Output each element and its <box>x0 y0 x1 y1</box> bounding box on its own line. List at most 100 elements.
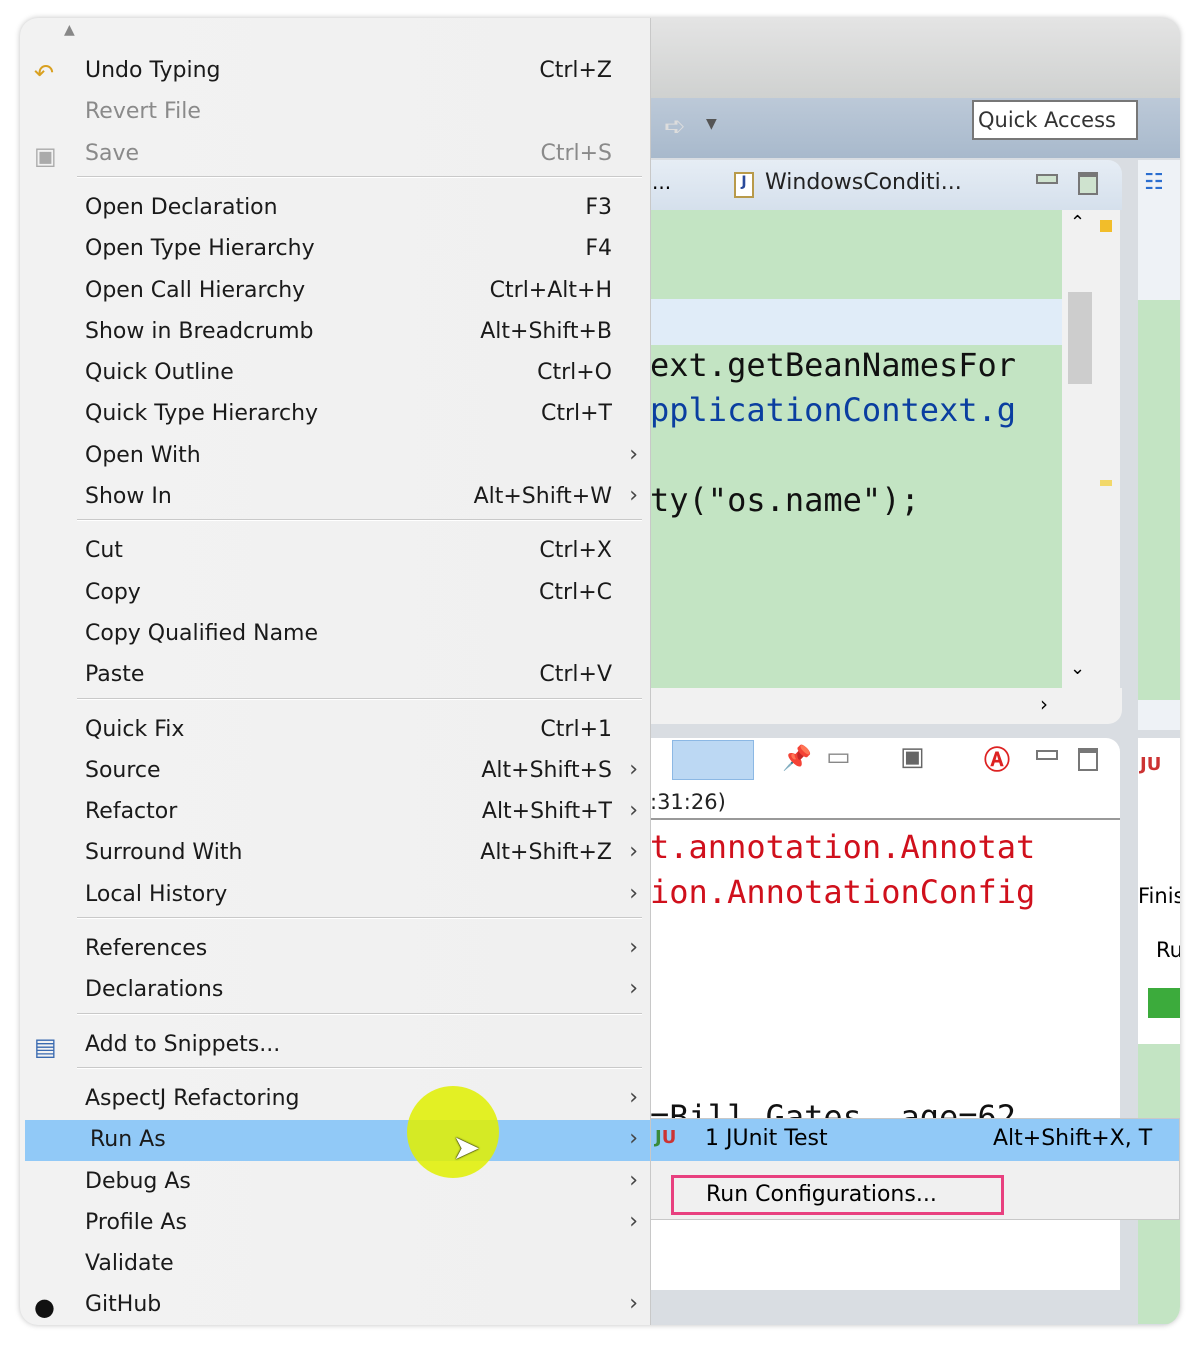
menu-separator <box>77 519 642 522</box>
chevron-right-icon: › <box>629 756 638 782</box>
scroll-down-icon[interactable]: ⌄ <box>1070 658 1085 679</box>
tab-overflow[interactable]: ... <box>652 170 671 194</box>
menu-item-label: Show In <box>85 484 172 509</box>
menu-item-shortcut: Alt+Shift+W <box>473 484 612 509</box>
chevron-right-icon: › <box>629 441 638 467</box>
menu-item-shortcut: Alt+Shift+B <box>480 318 612 344</box>
menu-item-add-to-snippets[interactable]: ▤ Add to Snippets... <box>20 1025 650 1066</box>
github-icon: ● <box>34 1293 55 1322</box>
menu-separator <box>77 175 642 178</box>
menu-item-local-history[interactable]: Local History › <box>20 875 650 916</box>
mouse-pointer-icon: ➤ <box>452 1128 481 1168</box>
editor-horizontal-scrollbar[interactable]: › <box>650 688 1122 724</box>
snippets-icon: ▤ <box>34 1032 57 1061</box>
menu-item-label: GitHub <box>85 1292 162 1318</box>
junit-icon[interactable]: JU <box>1140 754 1161 775</box>
scroll-thumb[interactable] <box>1068 292 1092 384</box>
menu-item-github[interactable]: ● GitHub › <box>20 1285 650 1325</box>
minimize-icon[interactable] <box>1036 750 1058 760</box>
menu-item-refactor[interactable]: Refactor Alt+Shift+T › <box>20 792 650 833</box>
menu-item-copy[interactable]: Copy Ctrl+C <box>20 573 650 614</box>
warning-marker-icon[interactable] <box>1100 480 1112 486</box>
ajdt-icon[interactable]: Ⓐ <box>984 740 1010 777</box>
menu-item-open-declaration[interactable]: Open Declaration F3 <box>20 188 650 229</box>
minimize-icon[interactable] <box>1036 174 1058 184</box>
run-as-submenu: JU 1 JUnit Test Alt+Shift+X, T Run Confi… <box>650 1118 1180 1220</box>
maximize-icon[interactable] <box>1078 748 1098 771</box>
outline-icon[interactable]: ☷ <box>1144 170 1164 195</box>
menu-item-copy-qualified-name[interactable]: Copy Qualified Name <box>20 614 650 655</box>
forward-arrow-icon[interactable]: ➪ <box>664 112 686 142</box>
menu-item-show-in[interactable]: Show In Alt+Shift+W › <box>20 477 650 518</box>
console-display-icon[interactable] <box>672 740 754 780</box>
menu-item-label: Quick Outline <box>85 360 234 386</box>
menu-item-shortcut: Ctrl+1 <box>540 716 612 742</box>
code-editor[interactable] <box>650 210 1062 688</box>
menu-item-label: Paste <box>85 662 145 688</box>
chevron-right-icon: › <box>629 798 638 824</box>
menu-item-label: AspectJ Refactoring <box>85 1085 300 1111</box>
menu-item-label: Surround With <box>85 840 243 866</box>
scroll-right-icon[interactable]: › <box>1040 692 1048 716</box>
outline-content <box>1138 300 1180 700</box>
menu-item-label: Open Declaration <box>85 194 278 220</box>
console-line: ion.AnnotationConfig <box>650 873 1036 911</box>
junit-icon: JU <box>655 1127 677 1148</box>
menu-item-surround-with[interactable]: Surround With Alt+Shift+Z › <box>20 833 650 874</box>
menu-item-debug-as[interactable]: Debug As › <box>20 1162 650 1203</box>
editor-tab-windowscondition[interactable]: WindowsConditi... <box>765 170 962 195</box>
java-file-icon: J <box>734 172 754 198</box>
menu-item-quick-fix[interactable]: Quick Fix Ctrl+1 <box>20 710 650 751</box>
submenu-item-run-configurations[interactable]: Run Configurations... <box>671 1175 1004 1215</box>
chevron-right-icon: › <box>629 1208 638 1234</box>
editor-scrollbar[interactable]: ⌃ ⌄ <box>1062 210 1120 688</box>
menu-separator <box>77 1012 642 1015</box>
junit-finished-label: Finis <box>1138 884 1180 908</box>
menu-item-label: Declarations <box>85 977 224 1003</box>
submenu-item-label: Run Configurations... <box>706 1182 937 1207</box>
menu-item-profile-as[interactable]: Profile As › <box>20 1203 650 1244</box>
menu-item-shortcut: Ctrl+S <box>540 140 612 166</box>
menu-item-references[interactable]: References › <box>20 929 650 970</box>
submenu-item-junit-test[interactable]: JU 1 JUnit Test Alt+Shift+X, T <box>651 1119 1179 1161</box>
scroll-up-icon[interactable]: ⌃ <box>1070 212 1085 233</box>
menu-item-cut[interactable]: Cut Ctrl+X <box>20 531 650 572</box>
menu-item-open-type-hierarchy[interactable]: Open Type Hierarchy F4 <box>20 229 650 270</box>
menu-item-quick-outline[interactable]: Quick Outline Ctrl+O <box>20 353 650 394</box>
menu-item-show-in-breadcrumb[interactable]: Show in Breadcrumb Alt+Shift+B <box>20 312 650 353</box>
quick-access-input[interactable]: Quick Access <box>972 100 1138 140</box>
menu-item-aspectj-refactoring[interactable]: AspectJ Refactoring › <box>20 1079 650 1120</box>
dropdown-icon[interactable]: ▼ <box>706 116 717 132</box>
menu-item-shortcut: F4 <box>585 236 612 262</box>
chevron-right-icon: › <box>629 880 638 906</box>
menu-item-open-with[interactable]: Open With › <box>20 436 650 477</box>
menu-item-label: Quick Type Hierarchy <box>85 401 319 427</box>
undo-icon: ↶ <box>34 59 55 87</box>
menu-separator <box>77 917 642 919</box>
menu-item-shortcut: Ctrl+Z <box>539 58 612 83</box>
menu-item-label: Profile As <box>85 1209 187 1235</box>
menu-item-label: Debug As <box>85 1168 191 1194</box>
maximize-icon[interactable] <box>1078 172 1098 195</box>
eclipse-window: ➪ ▼ Quick Access ... J WindowsConditi...… <box>20 18 1180 1325</box>
menu-item-undo-typing[interactable]: ↶ Undo Typing Ctrl+Z <box>20 51 650 92</box>
menu-item-source[interactable]: Source Alt+Shift+S › <box>20 751 650 792</box>
menu-item-shortcut: F3 <box>585 194 612 220</box>
warning-marker-icon[interactable] <box>1100 220 1112 232</box>
new-console-icon[interactable]: ▣ <box>900 742 925 772</box>
menu-item-label: Open Type Hierarchy <box>85 236 315 262</box>
open-console-icon[interactable]: ▭ <box>826 742 851 772</box>
menu-item-declarations[interactable]: Declarations › <box>20 970 650 1011</box>
chevron-right-icon: › <box>629 935 638 960</box>
chevron-right-icon: › <box>629 976 638 1002</box>
menu-item-quick-type-hierarchy[interactable]: Quick Type Hierarchy Ctrl+T <box>20 394 650 435</box>
menu-item-run-as[interactable]: Run As › <box>25 1120 650 1162</box>
scroll-up-arrow-icon[interactable]: ▲ <box>64 22 75 38</box>
pin-console-icon[interactable]: 📌 <box>782 744 812 772</box>
menu-item-validate[interactable]: Validate <box>20 1244 650 1285</box>
menu-item-label: Quick Fix <box>85 716 185 742</box>
menu-item-shortcut: Ctrl+Alt+H <box>489 277 612 303</box>
menu-item-open-call-hierarchy[interactable]: Open Call Hierarchy Ctrl+Alt+H <box>20 271 650 312</box>
menu-item-paste[interactable]: Paste Ctrl+V <box>20 655 650 696</box>
menu-item-label: Cut <box>85 538 123 564</box>
